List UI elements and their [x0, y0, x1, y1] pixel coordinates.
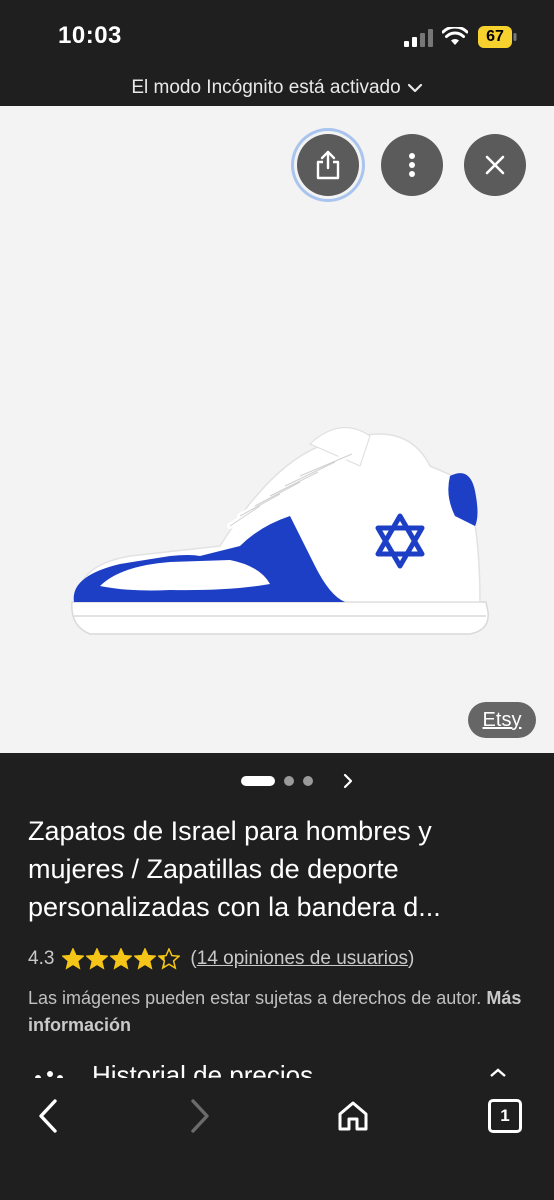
- status-bar: 10:03 67: [0, 0, 554, 70]
- close-button[interactable]: [464, 134, 526, 196]
- close-icon: [485, 155, 505, 175]
- share-icon: [316, 150, 340, 180]
- rating-stars: [62, 948, 181, 970]
- image-viewer[interactable]: [0, 106, 554, 753]
- star-icon: [134, 948, 157, 970]
- tabs-button[interactable]: 1: [483, 1094, 527, 1138]
- home-icon: [338, 1101, 368, 1131]
- status-time: 10:03: [58, 22, 122, 49]
- wifi-icon: [442, 27, 468, 45]
- copyright-notice: Las imágenes pueden estar sujetas a dere…: [28, 985, 528, 1039]
- back-button[interactable]: [26, 1094, 70, 1138]
- forward-arrow-icon: [191, 1099, 209, 1133]
- star-icon: [62, 948, 85, 970]
- home-button[interactable]: [331, 1094, 375, 1138]
- forward-button[interactable]: [178, 1094, 222, 1138]
- trend-icon: [35, 1071, 63, 1078]
- back-arrow-icon: [39, 1099, 57, 1133]
- star-icon: [110, 948, 133, 970]
- source-badge[interactable]: Etsy: [468, 702, 536, 738]
- chevron-right-icon[interactable]: [340, 772, 356, 790]
- price-history-label: Historial de precios: [92, 1064, 528, 1078]
- reviews-link-text: 14 opiniones de usuarios: [196, 948, 409, 969]
- rating-row: 4.3 (14 opiniones de usuarios): [28, 944, 414, 974]
- pager-dot-active: [241, 776, 275, 786]
- star-icon: [158, 948, 181, 970]
- copyright-text: Las imágenes pueden estar sujetas a dere…: [28, 988, 482, 1008]
- product-title[interactable]: Zapatos de Israel para hombres y mujeres…: [28, 812, 528, 926]
- star-icon: [86, 948, 109, 970]
- product-image: [71, 427, 489, 635]
- chevron-down-icon: [407, 83, 422, 93]
- more-options-button[interactable]: [381, 134, 443, 196]
- pager-dot: [303, 776, 313, 786]
- incognito-label: El modo Incógnito está activado: [131, 77, 401, 98]
- reviews-close-paren: ): [408, 948, 415, 969]
- signal-icon: [404, 29, 433, 47]
- bottom-toolbar: [0, 1078, 554, 1200]
- battery-level: 67: [486, 28, 504, 45]
- pager-dot: [284, 776, 294, 786]
- battery-icon: 67: [478, 26, 518, 48]
- share-button[interactable]: [297, 134, 359, 196]
- chevron-down-icon: [490, 1068, 506, 1077]
- rating-value: 4.3: [28, 948, 55, 969]
- incognito-banner[interactable]: El modo Incógnito está activado: [0, 70, 554, 106]
- more-vert-icon: [409, 153, 415, 177]
- price-history-section[interactable]: Historial de precios: [28, 1064, 528, 1078]
- tabs-icon: 1: [488, 1099, 522, 1133]
- reviews-link[interactable]: (14 opiniones de usuarios): [190, 948, 414, 970]
